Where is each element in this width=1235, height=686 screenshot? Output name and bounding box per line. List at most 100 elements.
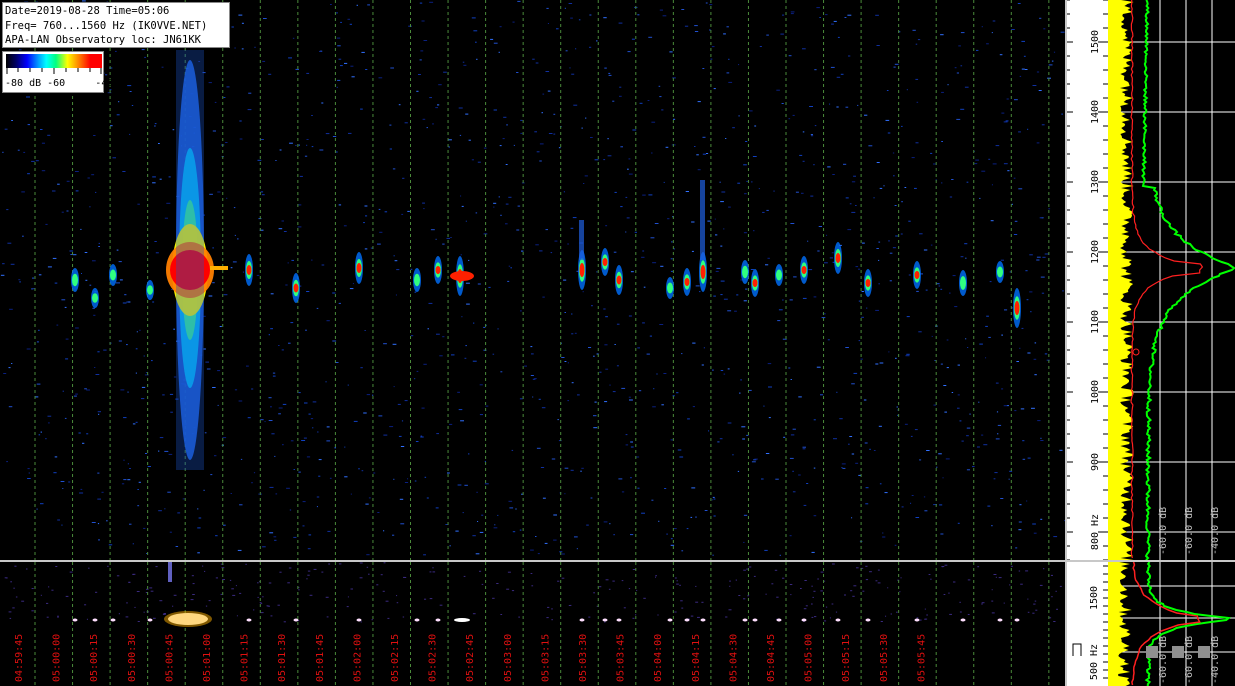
noise-speck [350, 588, 353, 590]
noise-speck [498, 196, 500, 198]
noise-speck [81, 273, 82, 274]
noise-speck [313, 568, 317, 570]
noise-speck [634, 231, 637, 233]
noise-speck [886, 90, 889, 91]
noise-speck [383, 434, 388, 436]
noise-speck [789, 535, 792, 537]
noise-speck [32, 277, 35, 279]
overview-ping [246, 618, 252, 622]
noise-speck [154, 123, 157, 125]
noise-speck [426, 497, 429, 499]
noise-speck [914, 429, 918, 431]
noise-speck [229, 579, 232, 581]
noise-speck [346, 606, 349, 608]
noise-speck [52, 257, 57, 259]
noise-speck [738, 595, 741, 596]
noise-speck [378, 208, 381, 210]
noise-speck [57, 615, 59, 617]
noise-speck [681, 607, 684, 609]
noise-speck [192, 583, 195, 585]
noise-speck [86, 389, 90, 391]
noise-speck [915, 517, 920, 518]
noise-speck [603, 308, 606, 310]
noise-speck [202, 565, 204, 567]
noise-speck [1001, 388, 1004, 390]
noise-speck [336, 37, 341, 39]
noise-speck [1011, 29, 1015, 30]
noise-speck [1032, 523, 1036, 525]
noise-speck [847, 14, 852, 16]
noise-speck [764, 549, 768, 551]
meteor-ping-core [776, 269, 782, 281]
noise-speck [833, 20, 837, 22]
noise-speck [41, 142, 45, 144]
noise-speck [477, 521, 479, 522]
noise-speck [707, 220, 711, 222]
noise-speck [845, 197, 849, 199]
noise-speck [957, 407, 960, 409]
noise-speck [143, 527, 146, 529]
noise-speck [68, 481, 71, 483]
noise-speck [299, 175, 303, 177]
noise-speck [407, 210, 410, 212]
noise-speck [753, 230, 755, 232]
noise-speck [790, 11, 795, 13]
noise-speck [975, 159, 979, 161]
frequency-scale-main: 150014001300120011001000900800 Hz [1067, 0, 1108, 560]
noise-speck [533, 378, 537, 380]
noise-speck [710, 58, 713, 60]
noise-speck [325, 596, 329, 598]
noise-speck [728, 81, 733, 83]
noise-speck [981, 603, 983, 605]
noise-speck [949, 613, 952, 615]
noise-speck [285, 284, 288, 286]
noise-speck [301, 440, 306, 441]
noise-speck [759, 46, 762, 47]
noise-speck [1025, 270, 1028, 272]
noise-speck [885, 615, 887, 617]
noise-speck [80, 228, 82, 230]
noise-speck [783, 436, 786, 438]
noise-speck [659, 9, 663, 11]
noise-speck [463, 575, 466, 577]
noise-speck [401, 420, 404, 422]
noise-speck [773, 190, 775, 192]
noise-speck [952, 275, 956, 277]
noise-speck [129, 91, 132, 92]
noise-speck [988, 158, 991, 160]
noise-speck [709, 4, 713, 6]
noise-speck [396, 595, 398, 597]
time-label: 05:02:15 [390, 634, 401, 682]
overview-label-box-1 [1146, 646, 1158, 658]
time-label: 05:03:30 [578, 634, 589, 682]
noise-speck [674, 577, 677, 579]
noise-speck [977, 566, 980, 568]
noise-speck [888, 240, 890, 242]
noise-speck [212, 282, 215, 284]
noise-speck [295, 144, 297, 146]
noise-speck [505, 223, 508, 225]
noise-speck [338, 563, 342, 565]
noise-speck [567, 243, 569, 245]
overview-ping [835, 618, 841, 622]
noise-speck [641, 512, 645, 514]
noise-speck [790, 379, 792, 380]
noise-speck [570, 469, 574, 471]
noise-speck [251, 482, 253, 484]
noise-speck [991, 612, 995, 614]
noise-speck [619, 95, 622, 97]
noise-speck [321, 102, 324, 104]
noise-speck [364, 330, 366, 331]
noise-speck [1013, 234, 1018, 235]
noise-speck [613, 251, 617, 253]
noise-speck [337, 45, 341, 47]
noise-speck [802, 48, 806, 50]
noise-speck [701, 364, 704, 366]
noise-speck [483, 326, 486, 328]
noise-speck [269, 486, 274, 488]
noise-speck [885, 119, 890, 121]
meteor-ping-core [147, 285, 153, 295]
meteor-ping-peak [356, 263, 362, 273]
noise-speck [639, 102, 643, 104]
noise-speck [861, 316, 864, 318]
